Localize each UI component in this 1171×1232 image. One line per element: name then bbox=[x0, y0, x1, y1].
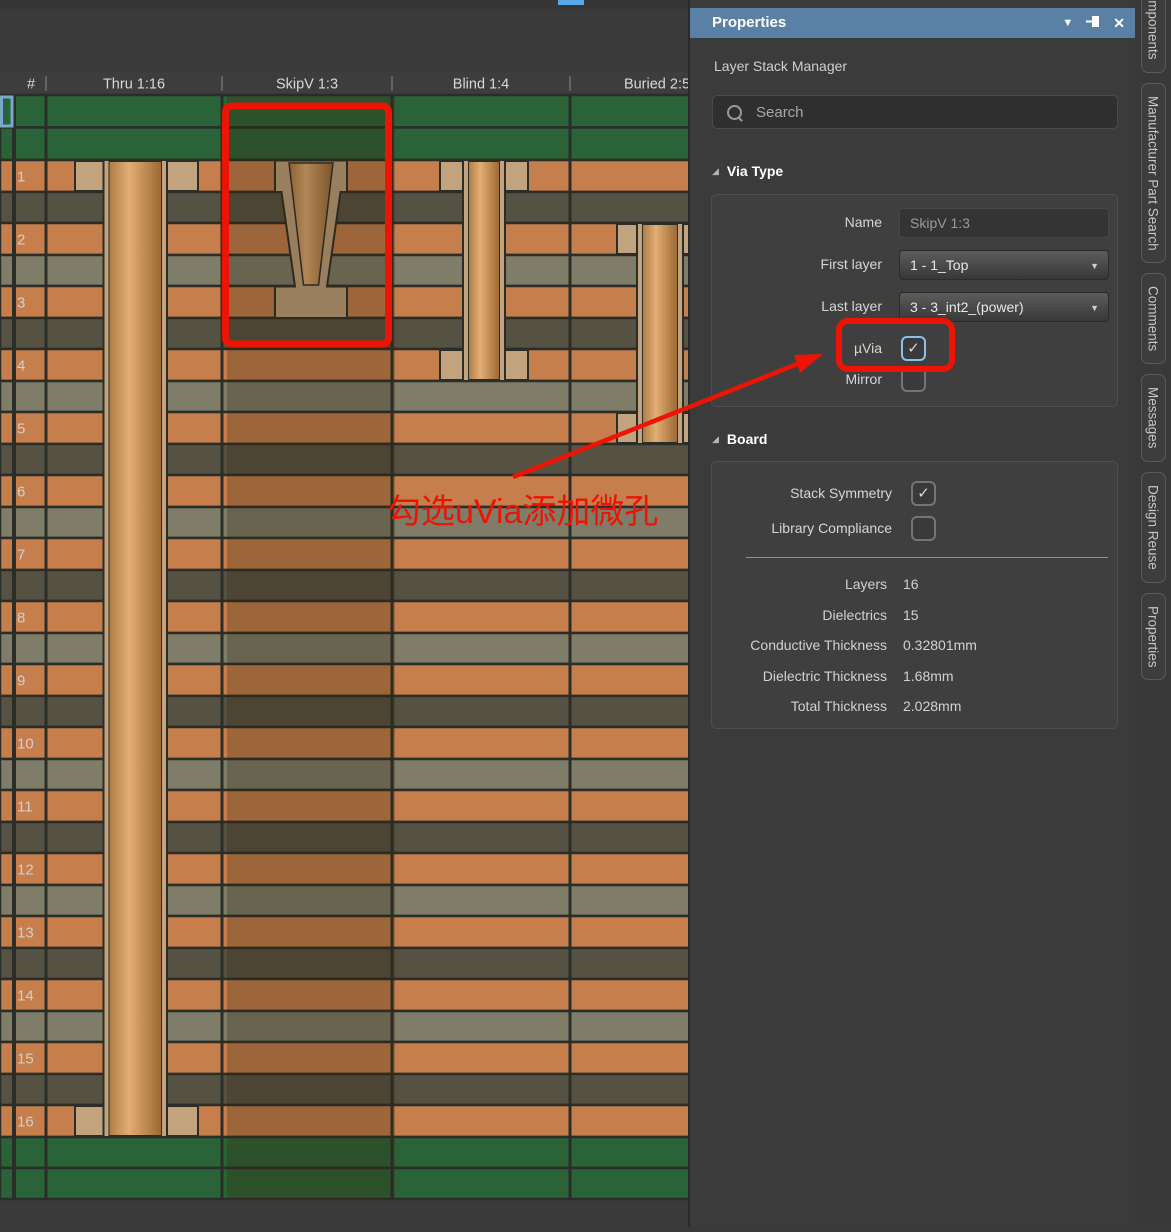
tab-properties[interactable]: Properties bbox=[1141, 593, 1166, 681]
layer-number: 7 bbox=[17, 547, 25, 564]
stat-row-conductive-thickness: Conductive Thickness 0.32801mm bbox=[712, 633, 1117, 661]
layer-number: 13 bbox=[17, 925, 34, 942]
via-barrel bbox=[643, 225, 678, 443]
layer-number: 1 bbox=[17, 169, 25, 186]
layer-number: 8 bbox=[17, 610, 25, 627]
search-icon bbox=[727, 105, 742, 120]
divider bbox=[746, 557, 1108, 558]
layer-number: 2 bbox=[17, 232, 25, 249]
panel-subtitle: Layer Stack Manager bbox=[714, 58, 847, 74]
tab-components[interactable]: Components bbox=[1141, 0, 1166, 73]
library-compliance-checkbox[interactable]: ✓ bbox=[911, 516, 936, 541]
name-label: Name bbox=[712, 214, 882, 230]
first-layer-label: First layer bbox=[712, 256, 882, 272]
layer-number: 3 bbox=[17, 295, 25, 312]
search-box[interactable] bbox=[712, 95, 1118, 129]
layer-number: 10 bbox=[17, 736, 34, 753]
close-icon[interactable]: ✕ bbox=[1113, 16, 1125, 30]
via-barrel bbox=[469, 162, 500, 380]
first-layer-dropdown[interactable]: 1 - 1_Top ▼ bbox=[899, 250, 1109, 280]
stat-row-dielectrics: Dielectrics 15 bbox=[712, 603, 1117, 631]
tab-design-reuse[interactable]: Design Reuse bbox=[1141, 472, 1166, 583]
library-compliance-label: Library Compliance bbox=[712, 520, 892, 536]
tab-comments[interactable]: Comments bbox=[1141, 273, 1166, 364]
skipv-column-selection-tint bbox=[227, 95, 395, 1199]
layer-number: 16 bbox=[17, 1114, 34, 1131]
column-header-skipv[interactable]: SkipV 1:3 bbox=[276, 77, 338, 93]
layer-stack-cross-section[interactable]: #Thru 1:16SkipV 1:3Blind 1:4Buried 2:512… bbox=[0, 0, 691, 1227]
board-group: Stack Symmetry ✓ Library Compliance ✓ La… bbox=[711, 461, 1118, 729]
layer-number: 9 bbox=[17, 673, 25, 690]
tab-manufacturer-part-search[interactable]: Manufacturer Part Search bbox=[1141, 83, 1166, 264]
column-header-hash[interactable]: # bbox=[27, 77, 35, 93]
stat-row-total-thickness: Total Thickness 2.028mm bbox=[712, 694, 1117, 722]
chevron-down-icon: ▼ bbox=[1090, 303, 1099, 313]
layer-number: 15 bbox=[17, 1051, 34, 1068]
column-header-thru[interactable]: Thru 1:16 bbox=[103, 77, 165, 93]
panel-menu-icon[interactable]: ▼ bbox=[1062, 18, 1073, 29]
stack-symmetry-checkbox[interactable]: ✓ bbox=[911, 481, 936, 506]
properties-panel-titlebar: Properties ▼ ✕ bbox=[690, 8, 1135, 38]
right-panel-tabstrip: Components Manufacturer Part Search Commen… bbox=[1135, 0, 1171, 1227]
panel-title: Properties bbox=[712, 14, 786, 31]
document-top-edge bbox=[0, 0, 691, 9]
board-section-header[interactable]: ◢ Board bbox=[712, 431, 767, 447]
via-name-field[interactable]: SkipV 1:3 bbox=[899, 208, 1109, 238]
stat-row-layers: Layers 16 bbox=[712, 572, 1117, 600]
collapse-triangle-icon: ◢ bbox=[712, 167, 719, 176]
uvia-label: µVia bbox=[712, 340, 882, 356]
layer-number: 11 bbox=[17, 799, 33, 816]
search-input[interactable] bbox=[754, 103, 1117, 122]
mirror-label: Mirror bbox=[712, 371, 882, 387]
pin-icon[interactable] bbox=[1085, 15, 1101, 31]
layer-number: 4 bbox=[17, 358, 25, 375]
layer-number: 14 bbox=[17, 988, 34, 1005]
chevron-down-icon: ▼ bbox=[1090, 261, 1099, 271]
stat-row-dielectric-thickness: Dielectric Thickness 1.68mm bbox=[712, 664, 1117, 692]
layer-number: 5 bbox=[17, 421, 25, 438]
via-type-group: Name SkipV 1:3 First layer 1 - 1_Top ▼ L… bbox=[711, 194, 1118, 407]
layer-number: 6 bbox=[17, 484, 25, 501]
layer-number: 12 bbox=[17, 862, 34, 879]
last-layer-label: Last layer bbox=[712, 298, 882, 314]
via-type-section-header[interactable]: ◢ Via Type bbox=[712, 163, 783, 179]
stack-drawing[interactable]: #Thru 1:16SkipV 1:3Blind 1:4Buried 2:512… bbox=[0, 0, 691, 1227]
collapse-triangle-icon: ◢ bbox=[712, 435, 719, 444]
mirror-checkbox[interactable]: ✓ bbox=[901, 367, 926, 392]
tab-messages[interactable]: Messages bbox=[1141, 374, 1166, 462]
last-layer-dropdown[interactable]: 3 - 3_int2_(power) ▼ bbox=[899, 292, 1109, 322]
via-barrel bbox=[109, 162, 162, 1136]
column-header-blind[interactable]: Blind 1:4 bbox=[453, 77, 509, 93]
properties-panel: Properties ▼ ✕ Layer Stack Manager ◢ Via… bbox=[688, 0, 1135, 1227]
column-header-buried[interactable]: Buried 2:5 bbox=[624, 77, 690, 93]
stack-symmetry-label: Stack Symmetry bbox=[712, 485, 892, 501]
window-tab-fragment bbox=[558, 0, 584, 5]
uvia-checkbox[interactable]: ✓ bbox=[901, 336, 926, 361]
